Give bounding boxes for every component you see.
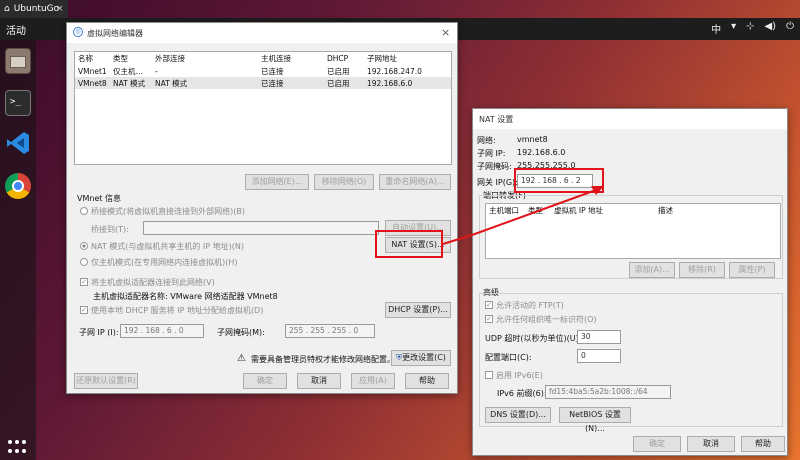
annotation-arrow xyxy=(442,186,604,245)
